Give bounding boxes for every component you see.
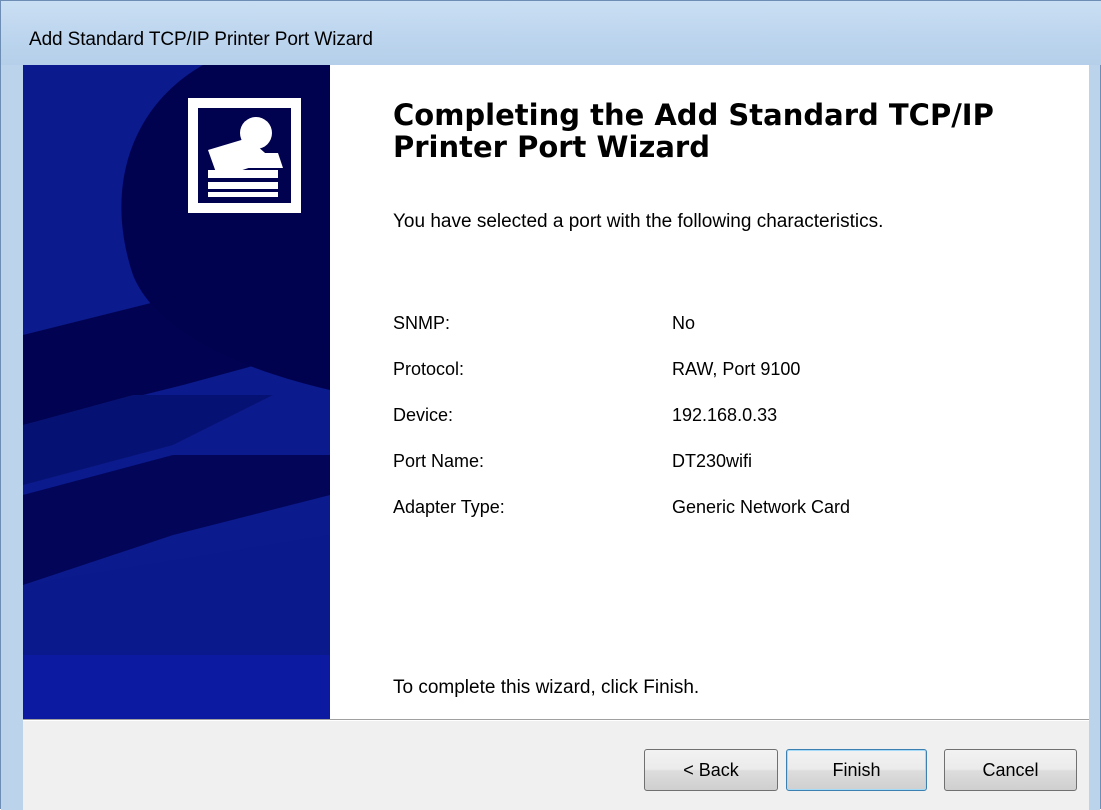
page-heading: Completing the Add Standard TCP/IP Print… <box>393 98 994 164</box>
detail-value: No <box>672 313 696 333</box>
intro-text: You have selected a port with the follow… <box>393 211 884 232</box>
detail-label: Adapter Type: <box>393 497 505 517</box>
cancel-button[interactable]: Cancel <box>944 749 1077 791</box>
detail-label: SNMP: <box>393 313 451 333</box>
instruction-text: To complete this wizard, click Finish. <box>393 677 700 698</box>
title-bar[interactable]: Add Standard TCP/IP Printer Port Wizard <box>1 1 1101 65</box>
window-frame-left <box>1 65 23 810</box>
wizard-window: Add Standard TCP/IP Printer Port Wizard <box>0 0 1101 810</box>
wizard-content: Completing the Add Standard TCP/IP Print… <box>330 65 1089 719</box>
back-button[interactable]: < Back <box>644 749 778 791</box>
wizard-client-area: Completing the Add Standard TCP/IP Print… <box>23 65 1089 810</box>
wizard-banner <box>23 65 330 719</box>
detail-label: Protocol: <box>393 359 465 379</box>
window-frame-right <box>1088 65 1100 810</box>
detail-label: Device: <box>393 405 454 425</box>
detail-label: Port Name: <box>393 451 485 471</box>
printer-wizard-icon <box>188 98 301 213</box>
detail-value: RAW, Port 9100 <box>672 359 801 379</box>
detail-value: 192.168.0.33 <box>672 405 778 425</box>
detail-value: DT230wifi <box>672 451 753 471</box>
finish-button[interactable]: Finish <box>786 749 927 791</box>
window-title: Add Standard TCP/IP Printer Port Wizard <box>29 29 373 50</box>
detail-value: Generic Network Card <box>672 497 851 517</box>
button-bar-divider-highlight <box>23 720 1089 721</box>
